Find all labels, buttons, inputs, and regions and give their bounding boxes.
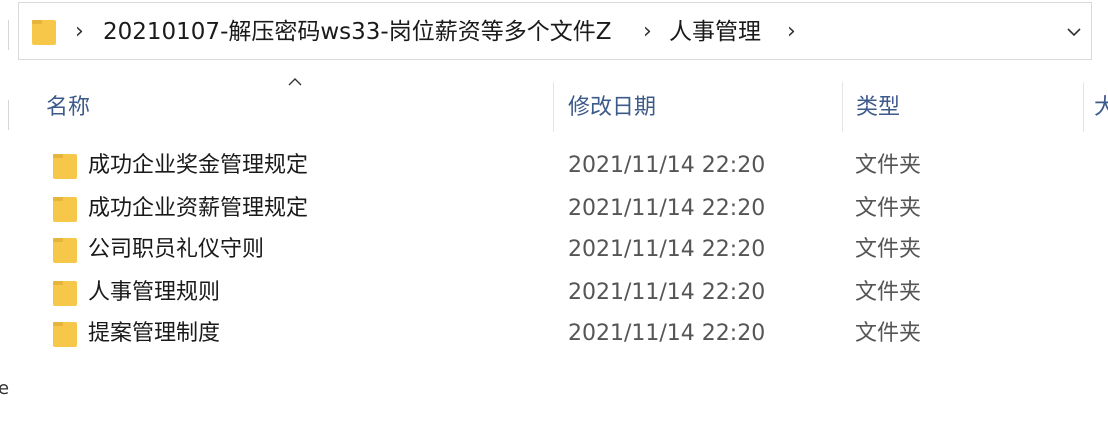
folder-icon	[53, 281, 77, 306]
folder-icon	[53, 197, 77, 222]
item-type: 文件夹	[855, 153, 922, 178]
list-item[interactable]: 成功企业奖金管理规定 2021/11/14 22:20 文件夹	[40, 146, 1100, 186]
column-divider[interactable]	[1083, 82, 1084, 132]
breadcrumb-item-parent[interactable]: 20210107-解压密码ws33-岗位薪资等多个文件Z	[103, 17, 611, 47]
list-item[interactable]: 公司职员礼仪守则 2021/11/14 22:20 文件夹	[40, 230, 1100, 270]
breadcrumb-item-current[interactable]: 人事管理	[669, 17, 761, 47]
nav-pane-text: e	[0, 378, 10, 399]
folder-icon	[53, 238, 77, 263]
column-divider[interactable]	[842, 82, 843, 132]
folder-icon	[32, 20, 56, 45]
column-header-type[interactable]: 类型	[856, 88, 900, 128]
column-header-date-modified[interactable]: 修改日期	[568, 88, 656, 128]
nav-pane-divider	[0, 20, 9, 50]
list-item[interactable]: 人事管理规则 2021/11/14 22:20 文件夹	[40, 273, 1100, 313]
folder-icon	[53, 154, 77, 179]
list-item[interactable]: 提案管理制度 2021/11/14 22:20 文件夹	[40, 314, 1100, 354]
item-date-modified: 2021/11/14 22:20	[568, 153, 766, 178]
nav-pane-divider	[0, 100, 9, 130]
column-divider[interactable]	[553, 82, 554, 132]
list-item[interactable]: 成功企业资薪管理规定 2021/11/14 22:20 文件夹	[40, 189, 1100, 229]
item-date-modified: 2021/11/14 22:20	[568, 321, 766, 346]
sort-ascending-icon	[288, 78, 302, 86]
folder-icon	[53, 322, 77, 347]
item-date-modified: 2021/11/14 22:20	[568, 196, 766, 221]
address-bar[interactable]: › 20210107-解压密码ws33-岗位薪资等多个文件Z › 人事管理 ›	[18, 2, 1092, 60]
item-name: 成功企业资薪管理规定	[88, 196, 309, 221]
navigation-pane-edge: e	[0, 0, 10, 438]
breadcrumb-separator: ›	[75, 19, 84, 44]
column-header-size[interactable]: 大	[1094, 88, 1108, 128]
item-date-modified: 2021/11/14 22:20	[568, 237, 766, 262]
item-type: 文件夹	[855, 196, 922, 221]
item-type: 文件夹	[855, 237, 922, 262]
item-type: 文件夹	[855, 321, 922, 346]
item-name: 公司职员礼仪守则	[88, 237, 265, 262]
item-date-modified: 2021/11/14 22:20	[568, 280, 766, 305]
item-type: 文件夹	[855, 280, 922, 305]
breadcrumb-separator[interactable]: ›	[787, 17, 796, 47]
breadcrumb-separator[interactable]: ›	[643, 17, 652, 47]
chevron-down-icon[interactable]	[1065, 23, 1083, 41]
item-name: 人事管理规则	[88, 280, 221, 305]
item-name: 成功企业奖金管理规定	[88, 153, 309, 178]
column-header-name[interactable]: 名称	[46, 88, 90, 128]
item-name: 提案管理制度	[88, 321, 221, 346]
